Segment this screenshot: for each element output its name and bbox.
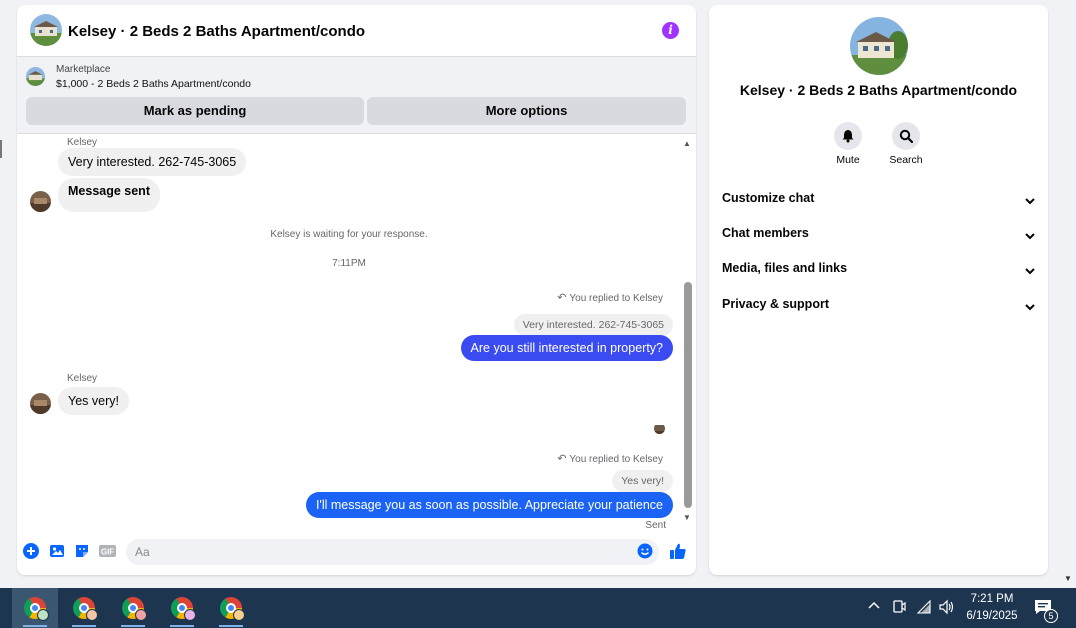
section-label: Customize chat [722,191,815,205]
taskbar-chrome-4[interactable] [159,588,205,628]
info-icon[interactable]: i [662,22,679,39]
listing-summary[interactable]: $1,000 - 2 Beds 2 Baths Apartment/condo [56,78,251,90]
section-label: Privacy & support [722,297,829,311]
incoming-message[interactable]: Very interested. 262-745-3065 [58,148,247,176]
volume-icon[interactable] [938,599,956,618]
outgoing-message[interactable]: Are you still interested in property? [460,335,673,361]
profile-avatar-icon [37,609,49,621]
chevron-down-icon [1025,229,1035,243]
chevron-down-icon [1025,264,1035,278]
reply-arrow-icon: ↶ [557,292,567,304]
svg-text:GIF: GIF [101,548,114,557]
sticker-icon[interactable] [74,543,90,559]
profile-avatar-icon [86,609,98,621]
chat-details-panel: Kelsey · 2 Beds 2 Baths Apartment/condo … [709,5,1048,575]
meet-now-icon[interactable] [892,599,906,618]
reply-label-text: You replied to Kelsey [569,293,663,304]
taskbar: 7:21 PM 6/19/2025 5 [0,588,1076,628]
thumbs-up-icon[interactable] [669,542,687,560]
incoming-message[interactable]: Message sent [58,178,160,212]
clock-date[interactable]: 6/19/2025 [962,610,1022,622]
page-scroll-down-arrow[interactable]: ▼ [1064,574,1072,583]
taskbar-chrome-3[interactable] [110,588,156,628]
search-icon [892,122,920,150]
section-label: Chat members [722,226,809,240]
customize-chat-section[interactable]: Customize chat [722,191,1035,211]
read-receipt-avatar [654,423,665,434]
composer: GIF [17,535,696,575]
reply-label: ↶ You replied to Kelsey [557,452,663,465]
search-button[interactable]: Search [886,122,926,166]
quoted-message[interactable]: Yes very! [612,470,673,492]
listing-avatar[interactable] [30,14,62,46]
taskbar-chrome-1[interactable] [12,588,58,628]
media-files-links-section[interactable]: Media, files and links [722,261,1035,281]
message-input[interactable] [126,539,659,565]
marketplace-label: Marketplace [56,64,111,75]
outgoing-message[interactable]: I'll message you as soon as possible. Ap… [305,492,673,518]
gif-icon[interactable]: GIF [99,543,116,559]
marketplace-bar: Marketplace $1,000 - 2 Beds 2 Baths Apar… [17,57,696,134]
bell-icon [834,122,862,150]
reply-label: ↶ You replied to Kelsey [557,291,663,304]
network-icon[interactable] [916,599,932,618]
active-indicator [23,625,47,627]
scrollbar-thumb[interactable] [684,282,692,508]
chevron-down-icon [1025,194,1035,208]
chevron-down-icon [1025,300,1035,314]
listing-thumbnail[interactable] [26,67,45,86]
reply-arrow-icon: ↶ [557,453,567,465]
emoji-icon[interactable] [637,543,653,559]
delivery-status: Sent [645,520,666,531]
sender-avatar[interactable] [30,191,51,212]
window-edge [0,140,2,158]
chat-members-section[interactable]: Chat members [722,226,1035,246]
mute-button[interactable]: Mute [828,122,868,166]
sender-avatar[interactable] [30,393,51,414]
taskbar-chrome-2[interactable] [61,588,107,628]
message-list[interactable]: Kelsey Very interested. 262-745-3065 Mes… [17,135,696,535]
notification-count-badge: 5 [1044,609,1058,623]
chat-panel: Kelsey · 2 Beds 2 Baths Apartment/condo … [17,5,696,575]
listing-photo[interactable] [850,17,908,75]
incoming-message[interactable]: Yes very! [58,387,129,415]
taskbar-chrome-5[interactable] [208,588,254,628]
details-title: Kelsey · 2 Beds 2 Baths Apartment/condo [739,82,1018,98]
mute-label: Mute [836,154,860,166]
open-indicator [170,625,194,627]
privacy-support-section[interactable]: Privacy & support [722,297,1035,317]
reply-label-text: You replied to Kelsey [569,454,663,465]
profile-avatar-icon [184,609,196,621]
open-indicator [219,625,243,627]
chat-title[interactable]: Kelsey · 2 Beds 2 Baths Apartment/condo [68,23,365,40]
quoted-message[interactable]: Very interested. 262-745-3065 [513,314,673,336]
open-indicator [72,625,96,627]
search-label: Search [889,154,923,166]
photo-icon[interactable] [49,543,65,559]
sender-name: Kelsey [67,373,98,384]
more-options-button[interactable]: More options [367,97,686,125]
plus-icon[interactable] [23,543,39,559]
section-label: Media, files and links [722,261,848,275]
clock-time[interactable]: 7:21 PM [966,593,1018,605]
profile-avatar-icon [135,609,147,621]
mark-as-pending-button[interactable]: Mark as pending [26,97,364,125]
scroll-down-arrow[interactable]: ▼ [683,513,691,522]
scroll-up-arrow[interactable]: ▲ [683,139,691,148]
open-indicator [121,625,145,627]
profile-avatar-icon [233,609,245,621]
message-timestamp: 7:11PM [332,258,366,269]
show-hidden-icons-icon[interactable] [867,599,881,613]
chat-header: Kelsey · 2 Beds 2 Baths Apartment/condo … [17,5,696,57]
sender-name: Kelsey [67,137,98,148]
waiting-notice: Kelsey is waiting for your response. [270,229,428,240]
